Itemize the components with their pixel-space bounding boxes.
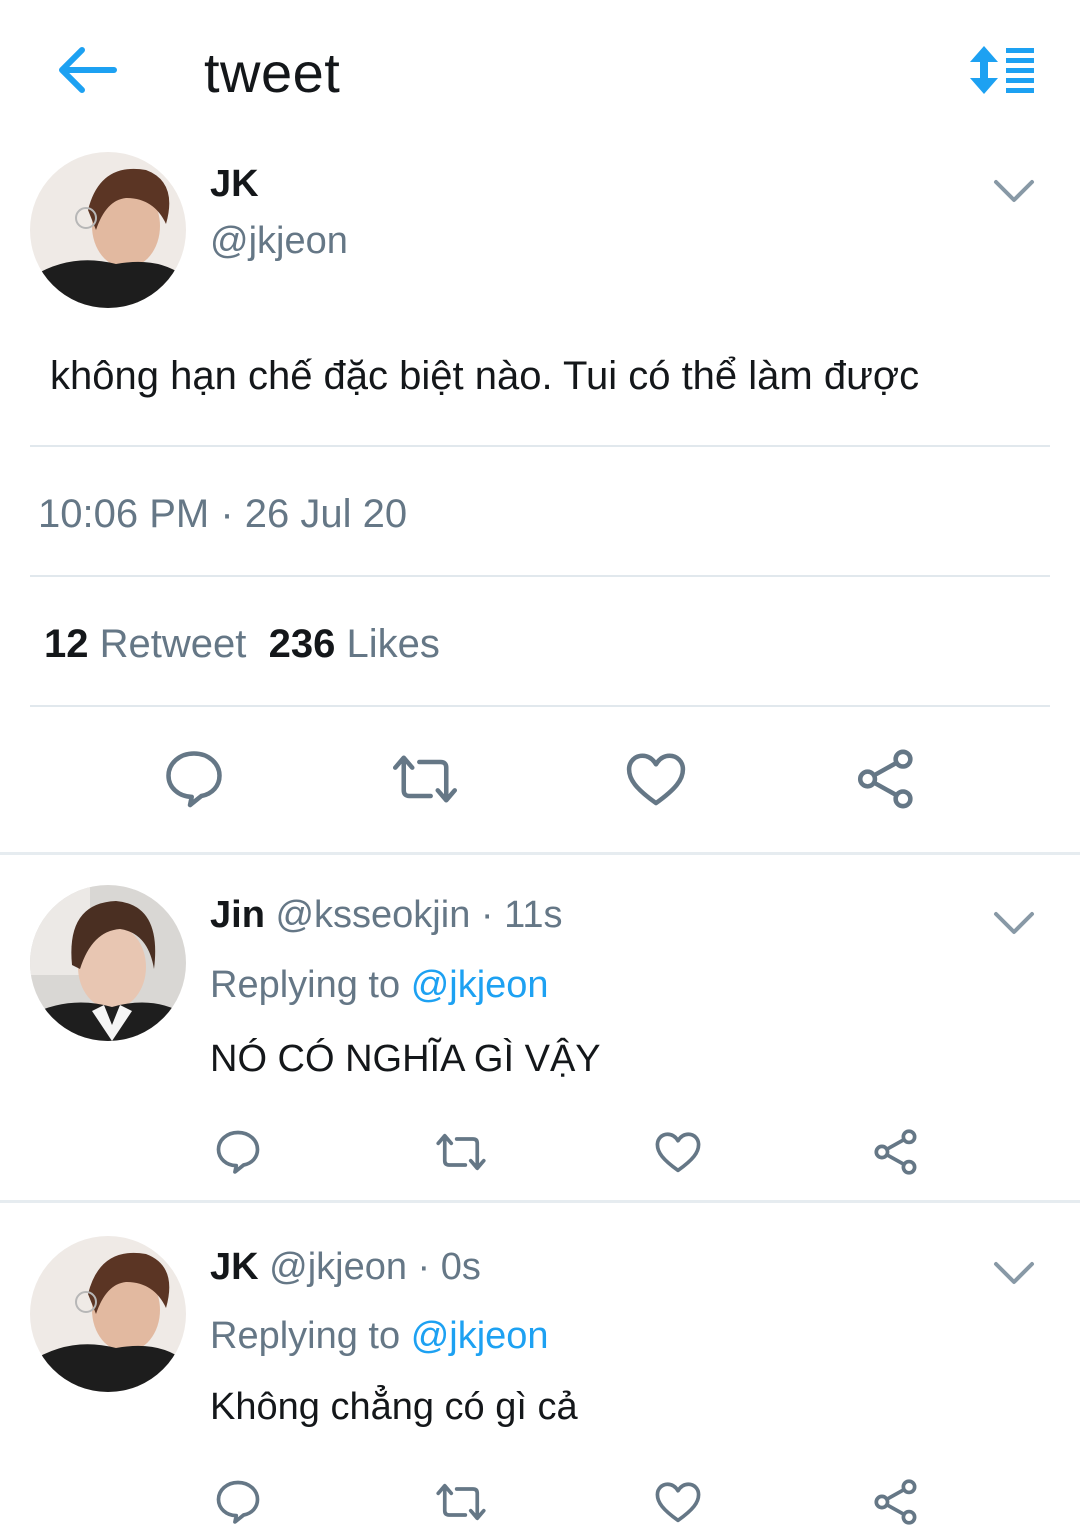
reply-menu-button[interactable] xyxy=(992,1258,1036,1288)
reply-menu-button[interactable] xyxy=(992,908,1036,938)
page-title: tweet xyxy=(204,41,341,104)
speech-bubble-icon xyxy=(216,1480,260,1524)
retweet-button[interactable] xyxy=(432,1126,490,1183)
avatar[interactable] xyxy=(30,885,186,1041)
divider xyxy=(0,852,1080,855)
reply-text: Không chẳng có gì cả xyxy=(210,1386,578,1428)
arrow-left-icon xyxy=(59,47,117,93)
replying-prefix: Replying to xyxy=(210,964,401,1006)
likes-count: 236 xyxy=(268,622,336,666)
like-button[interactable] xyxy=(652,1476,704,1533)
reply-author-name[interactable]: Jin xyxy=(210,894,265,936)
share-button[interactable] xyxy=(870,1476,922,1533)
author-handle[interactable]: @jkjeon xyxy=(210,216,348,266)
reply-header: Jin @ksseokjin · 11s xyxy=(210,890,563,940)
retweets-stat[interactable]: 12 Retweet xyxy=(44,622,246,666)
divider xyxy=(0,1200,1080,1203)
share-icon xyxy=(857,749,913,809)
speech-bubble-icon xyxy=(216,1130,260,1174)
replying-to: Replying to @jkjeon xyxy=(210,960,549,1010)
reply-text: NÓ CÓ NGHĨA GÌ VẬY xyxy=(210,1038,601,1080)
retweets-count: 12 xyxy=(44,622,89,666)
divider xyxy=(30,445,1050,447)
heart-icon xyxy=(655,1482,701,1523)
reply-meta: @jkjeon · 0s xyxy=(269,1246,481,1288)
like-button[interactable] xyxy=(652,1126,704,1183)
tweet-text: không hạn chế đặc biệt nào. Tui có thể l… xyxy=(50,354,920,398)
mention-link[interactable]: @jkjeon xyxy=(411,1315,549,1357)
heart-icon xyxy=(655,1132,701,1173)
retweets-label: Retweet xyxy=(99,622,247,666)
share-button[interactable] xyxy=(852,745,920,818)
reply-button[interactable] xyxy=(212,1476,264,1533)
reply-button[interactable] xyxy=(160,745,228,818)
author-name[interactable]: JK xyxy=(210,160,259,208)
sort-button[interactable] xyxy=(968,42,1036,98)
like-button[interactable] xyxy=(622,745,690,818)
share-icon xyxy=(874,1129,917,1175)
heart-icon xyxy=(626,753,686,806)
speech-bubble-icon xyxy=(166,751,222,808)
share-button[interactable] xyxy=(870,1126,922,1183)
divider xyxy=(30,705,1050,707)
tweet-menu-button[interactable] xyxy=(992,176,1036,206)
reply-button[interactable] xyxy=(212,1126,264,1183)
retweet-icon xyxy=(392,755,458,803)
likes-stat[interactable]: 236 Likes xyxy=(269,622,440,666)
retweet-button[interactable] xyxy=(388,745,462,818)
replying-prefix: Replying to xyxy=(210,1315,401,1357)
reply-author-name[interactable]: JK xyxy=(210,1246,259,1288)
back-button[interactable] xyxy=(52,44,118,96)
reply-header: JK @jkjeon · 0s xyxy=(210,1242,481,1292)
avatar[interactable] xyxy=(30,1236,186,1392)
tweet-timestamp: 10:06 PM · 26 Jul 20 xyxy=(38,492,408,536)
replying-to: Replying to @jkjeon xyxy=(210,1311,549,1361)
share-icon xyxy=(874,1479,917,1525)
chevron-down-icon xyxy=(994,1262,1034,1284)
avatar[interactable] xyxy=(30,152,186,308)
mention-link[interactable]: @jkjeon xyxy=(411,964,549,1006)
likes-label: Likes xyxy=(346,622,440,666)
chevron-down-icon xyxy=(994,180,1034,202)
retweet-icon xyxy=(436,1483,486,1521)
chevron-down-icon xyxy=(994,912,1034,934)
divider xyxy=(30,575,1050,577)
sort-lines-icon xyxy=(970,46,1034,94)
tweet-stats: 12 Retweet 236 Likes xyxy=(44,618,440,670)
retweet-button[interactable] xyxy=(432,1476,490,1533)
retweet-icon xyxy=(436,1133,486,1171)
reply-meta: @ksseokjin · 11s xyxy=(275,894,563,936)
